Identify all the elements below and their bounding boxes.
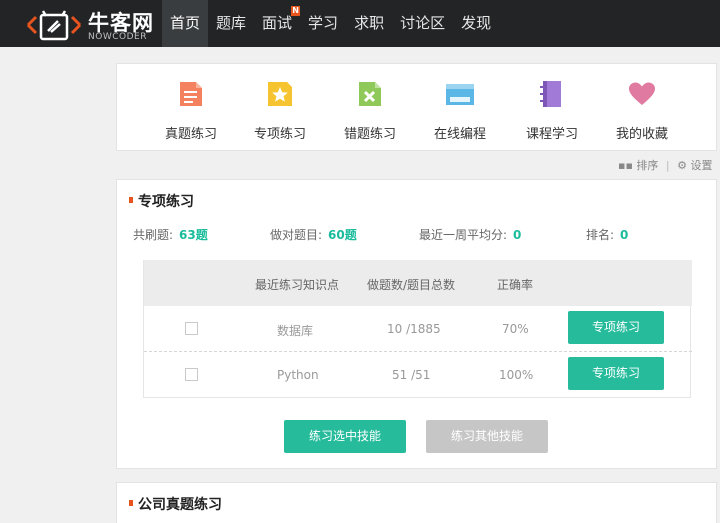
shortcut-course[interactable]: 课程学习 (512, 79, 592, 142)
topic-practice-panel: 专项练习 共刷题: 63题 做对题目: 60题 最近一周平均分: 0 排名: 0 最近练… (116, 179, 717, 469)
title-marker (129, 197, 133, 203)
toolbar: ▪▪ 排序 | ⚙ 设置 (618, 157, 713, 173)
settings-label: 设置 (690, 159, 713, 172)
shortcut-label: 专项练习 (253, 127, 306, 142)
nav-learning[interactable]: 学习 (300, 0, 346, 47)
column-header: 正确率 (497, 278, 534, 292)
title-marker (129, 500, 133, 506)
site-logo[interactable]: 牛客网 NOWCODER (24, 3, 160, 45)
shortcut-label: 错题练习 (343, 127, 396, 142)
nav-question-bank-label: 题库 (216, 14, 247, 32)
nav-jobs-label: 求职 (354, 14, 385, 32)
topic-practice-button[interactable]: 专项练习 (568, 357, 664, 390)
stat-rank: 排名: 0 (586, 226, 628, 243)
section-title: 公司真题练习 (129, 494, 222, 514)
nav-question-bank[interactable]: 题库 (208, 0, 254, 47)
shortcut-label: 真题练习 (164, 127, 217, 142)
table-row: 数据库 10 /1885 70% 专项练习 (144, 306, 692, 352)
row-checkbox[interactable] (185, 322, 198, 335)
table-row: Python 51 /51 100% 专项练习 (144, 352, 692, 398)
stat-total-label: 共刷题: (133, 228, 174, 242)
shortcut-topic-practice[interactable]: 专项练习 (240, 79, 320, 142)
stat-weekly-avg: 最近一周平均分: 0 (419, 226, 521, 243)
section-title-text: 公司真题练习 (138, 497, 222, 513)
row-rate: 70% (502, 322, 529, 336)
new-badge: N (291, 6, 301, 16)
stat-rank-label: 排名: (586, 228, 615, 242)
practice-table: 最近练习知识点 做题数/题目总数 正确率 数据库 10 /1885 70% 专项… (143, 260, 692, 398)
grid-icon: ▪▪ (618, 159, 633, 172)
shortcut-online-coding[interactable]: 在线编程 (420, 79, 500, 142)
stat-avg-value: 0 (513, 228, 522, 242)
nav-learning-label: 学习 (308, 14, 339, 32)
nav-discover-label: 发现 (461, 14, 492, 32)
gear-icon: ⚙ (677, 159, 688, 172)
nav-discussion[interactable]: 讨论区 (392, 0, 453, 47)
row-progress: 51 /51 (392, 368, 431, 382)
star-icon (268, 82, 292, 106)
shortcut-wrong-questions[interactable]: 错题练习 (330, 79, 410, 142)
company-exam-panel: 公司真题练习 (116, 482, 717, 523)
shortcut-real-exam[interactable]: 真题练习 (151, 79, 231, 142)
settings-button[interactable]: ⚙ 设置 (677, 159, 712, 172)
nav-interview[interactable]: 面试 N (254, 0, 301, 47)
nav-discover[interactable]: 发现 (453, 0, 499, 47)
section-title-text: 专项练习 (138, 194, 194, 210)
code-window-icon (446, 84, 474, 105)
column-header: 最近练习知识点 (255, 278, 340, 292)
stat-total: 共刷题: 63题 (133, 226, 208, 243)
stat-rank-value: 0 (620, 228, 629, 242)
section-title: 专项练习 (129, 191, 194, 211)
row-progress: 10 /1885 (387, 322, 441, 336)
column-header: 做题数/题目总数 (367, 278, 456, 292)
row-rate: 100% (499, 368, 534, 382)
document-icon (180, 82, 202, 106)
main-nav: 首页 题库 面试 N 学习 求职 讨论区 发现 (162, 0, 499, 47)
stat-correct: 做对题目: 60题 (270, 226, 357, 243)
nav-home[interactable]: 首页 (162, 0, 209, 47)
sort-button[interactable]: ▪▪ 排序 (618, 159, 658, 172)
shortcut-favorites[interactable]: 我的收藏 (602, 79, 682, 142)
nowcoder-logo-icon (26, 10, 82, 41)
heart-icon (629, 82, 655, 105)
nav-discussion-label: 讨论区 (400, 14, 446, 32)
nav-jobs[interactable]: 求职 (346, 0, 392, 47)
top-navbar: 牛客网 NOWCODER 首页 题库 面试 N 学习 求职 讨论区 发现 (0, 0, 720, 47)
practice-selected-button[interactable]: 练习选中技能 (284, 420, 406, 453)
nav-interview-label: 面试 (262, 14, 293, 32)
stat-total-value: 63题 (179, 228, 208, 242)
stat-correct-value: 60题 (328, 228, 357, 242)
nav-home-label: 首页 (170, 14, 201, 32)
divider: | (665, 159, 670, 172)
sort-label: 排序 (636, 159, 659, 172)
shortcut-panel: 真题练习 专项练习 错题练习 在线编程 课程学习 我的收藏 (116, 63, 717, 151)
shortcut-label: 我的收藏 (615, 127, 668, 142)
shortcut-label: 在线编程 (433, 127, 486, 142)
row-checkbox[interactable] (185, 368, 198, 381)
shortcut-label: 课程学习 (525, 127, 578, 142)
row-topic: Python (277, 368, 319, 382)
stat-correct-label: 做对题目: (270, 228, 323, 242)
topic-practice-button[interactable]: 专项练习 (568, 311, 664, 344)
table-header: 最近练习知识点 做题数/题目总数 正确率 (144, 260, 692, 306)
book-icon (540, 81, 561, 107)
logo-subtext: NOWCODER (88, 32, 147, 42)
row-topic: 数据库 (277, 324, 314, 338)
stat-avg-label: 最近一周平均分: (419, 228, 508, 242)
error-doc-icon (359, 82, 381, 106)
practice-other-button[interactable]: 练习其他技能 (426, 420, 548, 453)
